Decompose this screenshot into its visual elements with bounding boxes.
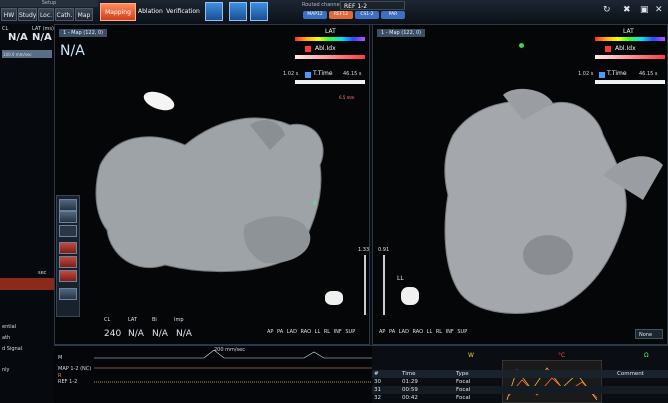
col-num-header: # — [374, 371, 379, 377]
option-label-4: nly — [2, 367, 10, 373]
setup-title: Setup — [0, 0, 98, 7]
lat-value: N/A — [32, 32, 52, 43]
cs12-button[interactable]: CS1-2 — [355, 11, 379, 19]
option-label-3: d Signal — [2, 346, 23, 352]
info-cl-value: 240 — [104, 329, 122, 339]
view-inf-button[interactable]: INF — [446, 329, 454, 335]
ecg-traces — [94, 349, 372, 383]
nav-cath-button[interactable]: Cath. — [55, 8, 74, 21]
left-3d-map-view[interactable]: 1 - Map (122, 0) LAT Abl.Idx 1.02 s T.Ti… — [54, 24, 370, 345]
right-zoom-value: 0.91 — [378, 247, 390, 253]
left-zoom-value: 1.33 — [358, 247, 370, 253]
option-label-1: ential — [2, 324, 17, 330]
row-time: 00:59 — [402, 387, 418, 393]
right-3d-map-view[interactable]: 1 - Map (122, 0) LAT Abl.Idx 1.02 s T.Ti… — [372, 24, 668, 345]
verification-mode-button[interactable]: Verification — [164, 3, 202, 21]
row-time: 01:29 — [402, 379, 418, 385]
right-view-presets[interactable]: AP PA LAD RAO LL RL INF SUP — [379, 329, 467, 335]
col-type-header: Type — [456, 371, 469, 377]
view-sup-button[interactable]: SUP — [457, 329, 467, 335]
nav-map-button[interactable]: Map — [75, 8, 93, 21]
info-lat-header: LAT — [128, 317, 137, 323]
dock-tool-button[interactable] — [59, 256, 77, 268]
left-signal-panel: CL LAT (ms) N/A N/A 100.0 mm/sec sec ent… — [0, 24, 55, 402]
row-type: Focal — [456, 387, 471, 393]
dock-tool-button[interactable] — [59, 288, 77, 300]
col-comment-header: Comment — [617, 371, 644, 377]
info-lat-value: N/A — [128, 329, 144, 339]
right-view-select[interactable]: None — [635, 329, 663, 339]
row-time: 00:42 — [402, 395, 418, 401]
right-view-letters: LL — [397, 275, 404, 282]
ecg-channel-ref: REF 1-2 — [58, 379, 78, 385]
info-imp-header: Imp — [174, 317, 184, 323]
left-letter-r: R — [313, 201, 317, 207]
map-info-bar: CL LAT Bi Imp 240 N/A N/A N/A — [100, 315, 370, 345]
info-cl-header: CL — [104, 317, 111, 323]
camera-icon[interactable]: ▣ — [640, 5, 649, 15]
table-row[interactable]: 31 00:59 Focal — [372, 386, 668, 394]
nav-hw-button[interactable]: HW — [1, 8, 17, 21]
view-pa-button[interactable]: PA — [389, 329, 395, 335]
ecg-channel-m: M — [58, 355, 63, 361]
view-rl-button[interactable]: RL — [436, 329, 442, 335]
row-num: 31 — [374, 387, 381, 393]
mapping-mode-button[interactable]: Mapping — [100, 3, 136, 21]
view-ap-button[interactable]: AP — [379, 329, 385, 335]
dock-tool-button[interactable] — [59, 242, 77, 254]
par-button[interactable]: PAR — [381, 11, 405, 19]
heart-orientation-icon[interactable] — [325, 291, 343, 305]
dock-tool-button[interactable] — [59, 225, 77, 237]
location-marker-icon — [519, 43, 524, 48]
setup-group: Setup HW Study Loc. Cath. Map — [0, 0, 98, 24]
info-imp-value: N/A — [176, 329, 192, 339]
table-row[interactable]: 30 01:29 Focal — [372, 378, 668, 386]
left-zoom-slider[interactable] — [364, 255, 366, 315]
ablation-mode-button[interactable]: Ablation — [138, 3, 163, 21]
col-time-header: Time — [402, 371, 416, 377]
impedance-unit-label: Ω — [644, 352, 649, 359]
temp-unit-label: °C — [558, 352, 566, 359]
left-anatomy-render — [95, 91, 324, 273]
view-ll-button[interactable]: LL — [427, 329, 433, 335]
tools-icon[interactable]: ✖ — [623, 5, 631, 15]
info-bi-value: N/A — [152, 329, 168, 339]
map-tool-dock — [56, 195, 80, 317]
row-type: Focal — [456, 379, 471, 385]
view-rao-button[interactable]: RAO — [413, 329, 424, 335]
routed-channel-label: Routed channel: — [302, 2, 343, 8]
row-type: Focal — [456, 395, 471, 401]
ref12-button[interactable]: REF12 — [329, 11, 353, 19]
nav-loc-button[interactable]: Loc. — [38, 8, 54, 21]
top-toolbar: Setup HW Study Loc. Cath. Map Mapping Ab… — [0, 0, 668, 25]
map-tools-icon[interactable] — [229, 2, 247, 21]
row-num: 30 — [374, 379, 381, 385]
settings-dropdown-icon[interactable] — [250, 2, 268, 21]
dock-tool-button[interactable] — [59, 211, 77, 223]
time-unit-label: sec — [38, 270, 47, 276]
row-num: 32 — [374, 395, 381, 401]
dock-tool-button[interactable] — [59, 199, 77, 211]
routed-channel-select[interactable]: REF 1-2 — [340, 1, 405, 10]
ecg-strip-panel: 200 mm/sec M MAP 1-2 (NC) R REF 1-2 — [54, 345, 372, 403]
power-unit-label: W — [468, 352, 474, 359]
heart-orientation-icon[interactable] — [401, 287, 419, 305]
option-label-2: ath — [2, 335, 11, 341]
right-zoom-slider[interactable] — [383, 255, 385, 315]
catheter-view-icon[interactable] — [205, 2, 223, 21]
speed-readout: 100.0 mm/sec — [3, 52, 32, 57]
map12-button[interactable]: MAP12 — [303, 11, 327, 19]
dock-tool-button[interactable] — [59, 270, 77, 282]
view-lad-button[interactable]: LAD — [399, 329, 409, 335]
cl-value: N/A — [8, 32, 28, 43]
refresh-icon[interactable]: ↻ — [603, 5, 611, 15]
alert-strip — [0, 278, 54, 290]
ecg-channel-map: MAP 1-2 (NC) — [58, 366, 92, 372]
table-row[interactable]: 32 00:42 Focal — [372, 394, 668, 402]
info-bi-header: Bi — [152, 317, 157, 323]
table-header-row: # Time Type Comment — [372, 370, 668, 378]
nav-study-button[interactable]: Study — [18, 8, 37, 21]
close-icon[interactable]: ✕ — [655, 5, 663, 15]
